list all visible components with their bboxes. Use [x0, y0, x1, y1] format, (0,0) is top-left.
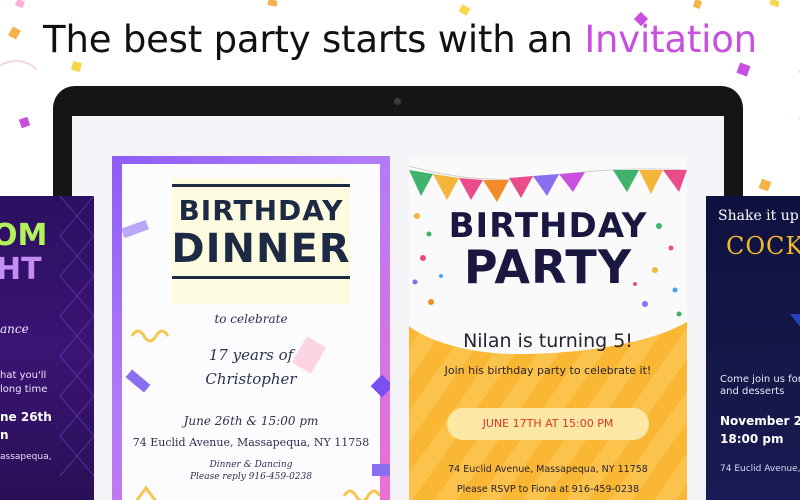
- card-prom-night[interactable]: OM HT ance hat you'll long time ne 26th …: [0, 196, 94, 500]
- card-cocktail[interactable]: Shake it up COCK Come join us for c and …: [706, 196, 800, 500]
- cocktail-body-line1: Come join us for c: [720, 374, 800, 385]
- prom-subtitle: ance: [0, 322, 29, 336]
- prom-title-line1: OM: [0, 218, 48, 253]
- dinner-activity: Dinner & Dancing: [209, 460, 293, 470]
- headline-accent: Invitation: [584, 18, 757, 61]
- confetti-piece: [15, 0, 25, 9]
- party-address: 74 Euclid Avenue, Massapequa, NY 11758: [448, 464, 648, 475]
- card-birthday-dinner[interactable]: BIRTHDAY DINNER to celebrate 17 years of…: [112, 156, 390, 500]
- swirl-decoration: [0, 60, 46, 120]
- dinner-years-line2: Christopher: [205, 370, 297, 388]
- prom-title-line2: HT: [0, 252, 42, 287]
- divider: [172, 276, 350, 279]
- cocktail-title: COCK: [726, 232, 800, 260]
- dinner-card-body: BIRTHDAY DINNER to celebrate 17 years of…: [122, 164, 380, 500]
- dinner-title-line2: DINNER: [171, 226, 351, 272]
- dinner-address: 74 Euclid Avenue, Massapequa, NY 11758: [132, 436, 370, 449]
- dinner-years-line1: 17 years of: [208, 346, 294, 364]
- cocktail-line1: Shake it up: [718, 208, 799, 224]
- party-title-line2: PARTY: [463, 240, 633, 294]
- cocktail-glass-icon: [790, 314, 800, 327]
- dinner-datetime: June 26th & 15:00 pm: [183, 414, 319, 428]
- party-date-pill: JUNE 17TH AT 15:00 PM: [447, 408, 649, 440]
- squiggle-decoration: [342, 489, 380, 500]
- camera-icon: [394, 98, 401, 105]
- confetti-piece: [372, 464, 390, 476]
- triangle-decoration: [135, 485, 157, 500]
- headline-text: The best party starts with an: [43, 18, 573, 61]
- prom-time: n: [0, 428, 9, 442]
- cocktail-date: November 26t: [720, 414, 800, 428]
- cocktail-body-line2: and desserts: [720, 386, 785, 397]
- prom-body-line2: long time: [0, 384, 48, 395]
- prom-date: ne 26th: [0, 410, 52, 424]
- squiggle-decoration: [130, 329, 170, 343]
- cocktail-address: 74 Euclid Avenue,: [720, 464, 800, 474]
- confetti-piece: [692, 0, 703, 9]
- confetti-piece: [758, 178, 772, 192]
- headline: The best party starts with an Invitation: [0, 18, 800, 61]
- confetti-piece: [769, 0, 780, 8]
- party-join: Join his birthday party to celebrate it!: [444, 364, 652, 377]
- dinner-celebrate: to celebrate: [214, 312, 288, 326]
- party-headline: Nilan is turning 5!: [463, 330, 633, 352]
- prom-address: assapequa,: [0, 452, 52, 462]
- confetti-piece: [458, 4, 471, 16]
- confetti-piece: [267, 0, 278, 7]
- card-birthday-party[interactable]: BIRTHDAY PARTY Nilan is turning 5! Join …: [409, 156, 687, 500]
- dinner-rsvp: Please reply 916-459-0238: [190, 472, 312, 482]
- swirl-decoration: [740, 60, 800, 130]
- divider: [172, 184, 350, 187]
- prom-body-line1: hat you'll: [0, 370, 47, 381]
- confetti-piece: [70, 60, 83, 73]
- cocktail-time: 18:00 pm: [720, 432, 784, 446]
- confetti-piece: [122, 219, 149, 239]
- party-rsvp: Please RSVP to Fiona at 916-459-0238: [456, 484, 640, 495]
- dinner-title-line1: BIRTHDAY: [178, 194, 344, 227]
